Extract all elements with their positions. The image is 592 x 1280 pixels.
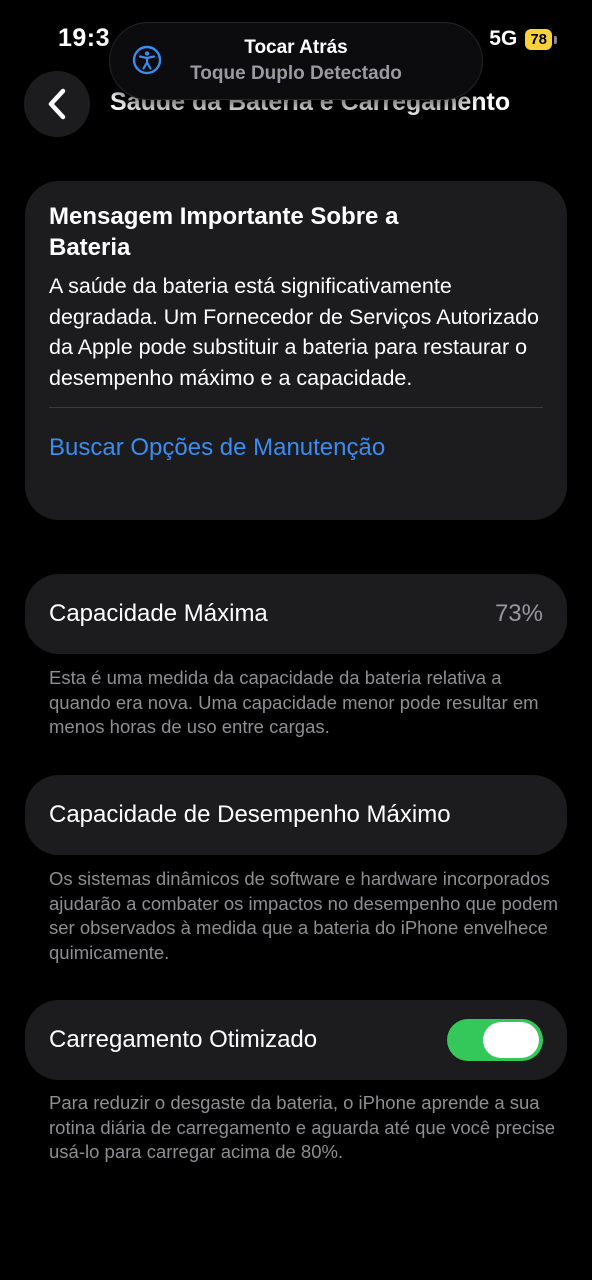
toggle-knob (483, 1022, 539, 1058)
peak-performance-footnote: Os sistemas dinâmicos de software e hard… (49, 868, 559, 963)
message-body: A saúde da bateria está significativamen… (49, 274, 539, 390)
battery-indicator: 78 (525, 28, 557, 50)
optimized-charging-label: Carregamento Otimizado (49, 1026, 318, 1053)
max-capacity-value: 73% (494, 600, 543, 627)
divider (49, 407, 543, 408)
service-options-link[interactable]: Buscar Opções de Manutenção (49, 434, 543, 462)
max-capacity-row: Capacidade Máxima 73% (25, 574, 567, 654)
optimized-charging-toggle[interactable] (447, 1019, 543, 1061)
max-capacity-footnote: Esta é uma medida da capacidade da bater… (49, 667, 539, 737)
network-indicator: 5G (489, 27, 518, 50)
battery-message-card: Mensagem Importante Sobre a Bateria A sa… (25, 181, 567, 520)
peak-performance-label: Capacidade de Desempenho Máximo (49, 801, 451, 828)
toast-title: Tocar Atrás (244, 37, 348, 58)
toast-subtitle: Toque Duplo Detectado (190, 63, 402, 84)
chevron-left-icon (48, 88, 66, 120)
message-title: Mensagem Importante Sobre a Bateria (49, 203, 399, 261)
peak-performance-row: Capacidade de Desempenho Máximo (25, 775, 567, 855)
status-indicators: 5G 78 (489, 27, 557, 51)
optimized-charging-footnote: Para reduzir o desgaste da bateria, o iP… (49, 1092, 555, 1162)
max-capacity-label: Capacidade Máxima (49, 600, 268, 627)
optimized-charging-row: Carregamento Otimizado (25, 1000, 567, 1080)
status-time: 19:3 (58, 24, 111, 52)
back-tap-toast: Tocar Atrás Toque Duplo Detectado (110, 23, 482, 99)
back-button[interactable] (24, 71, 90, 137)
